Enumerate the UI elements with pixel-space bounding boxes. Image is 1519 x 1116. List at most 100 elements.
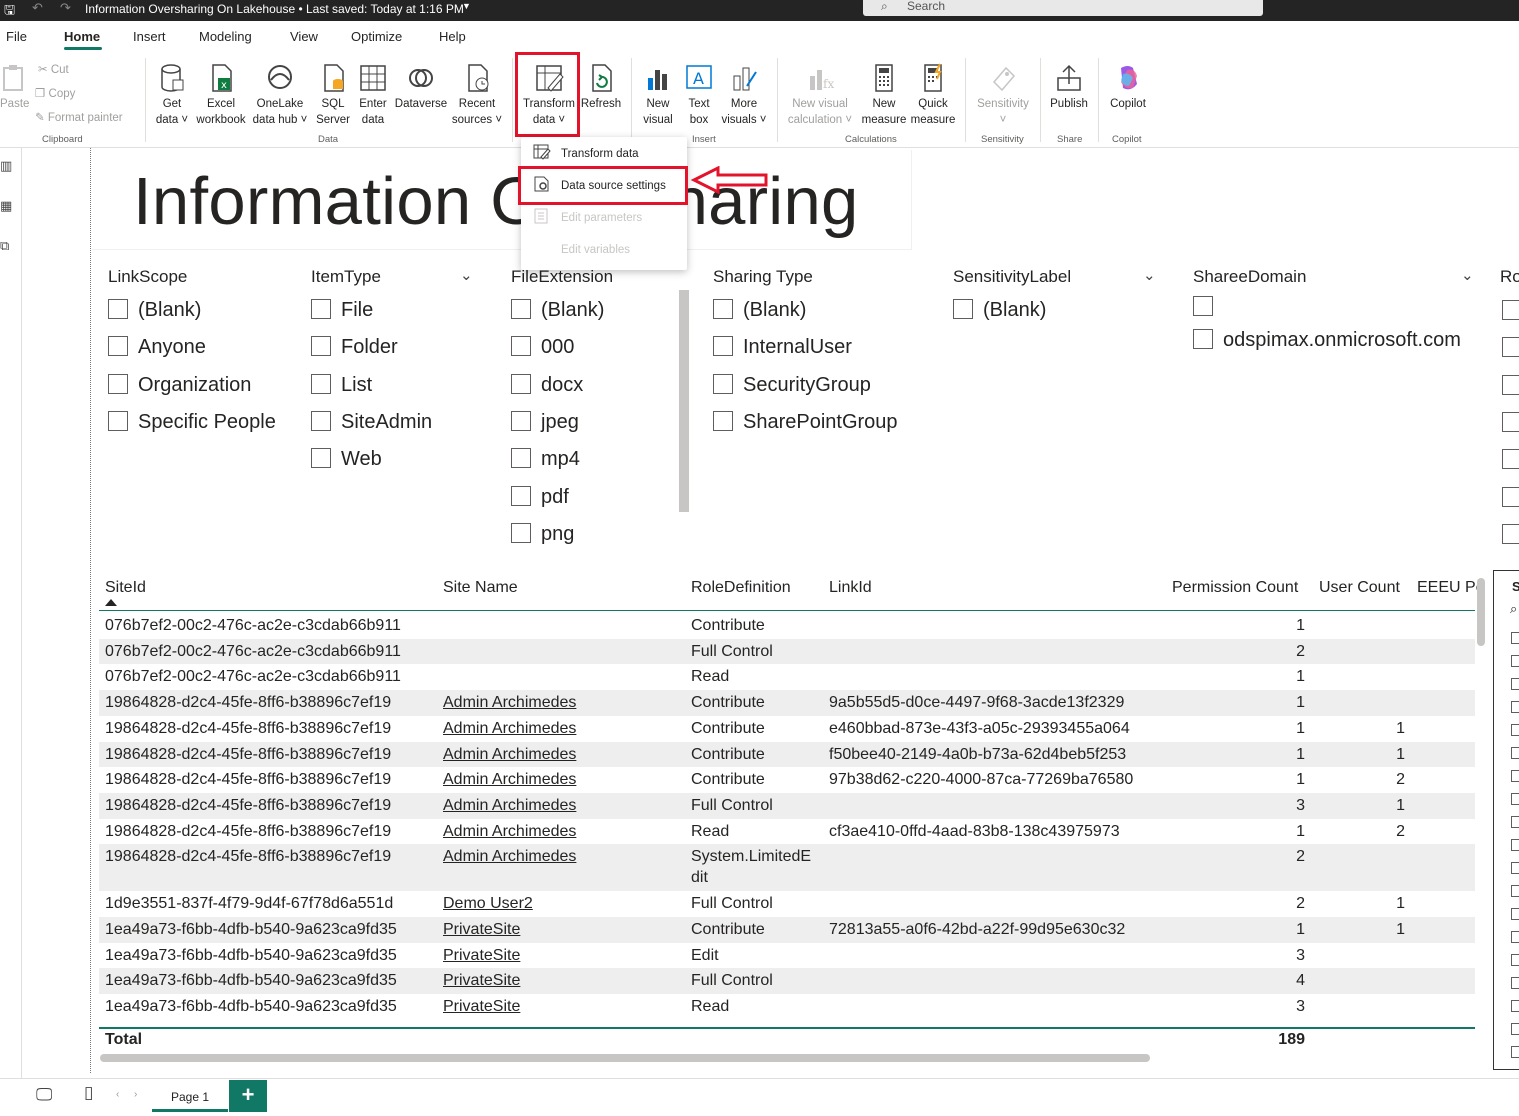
column-header[interactable]: Permission Count: [1172, 579, 1298, 597]
cell-site-name[interactable]: PrivateSite: [443, 994, 520, 1019]
table-row[interactable]: 076b7ef2-00c2-476c-ac2e-c3cdab66b911 Read…: [99, 664, 1475, 690]
checkbox[interactable]: [1511, 908, 1519, 920]
slicer-option[interactable]: docx: [511, 373, 583, 397]
excel-workbook-button[interactable]: x Excel workbook: [194, 62, 248, 128]
redo-icon[interactable]: ↷: [60, 0, 71, 16]
slicer-option[interactable]: Web: [311, 447, 382, 471]
model-view-icon[interactable]: ⧉: [0, 238, 9, 254]
menu-item-edit-variables[interactable]: Edit variables: [561, 240, 630, 260]
report-view-icon[interactable]: ▥: [0, 158, 12, 174]
table-row[interactable]: 1ea49a73-f6bb-4dfb-b540-9a623ca9fd35 Priv…: [99, 994, 1475, 1020]
paste-button[interactable]: Paste: [0, 62, 29, 112]
recent-sources-button[interactable]: Recent sources ˅: [450, 62, 504, 128]
checkbox[interactable]: [1502, 449, 1519, 470]
cell-site-name[interactable]: Admin Archimedes: [443, 819, 576, 844]
checkbox[interactable]: [1511, 632, 1519, 644]
checkbox[interactable]: [511, 485, 531, 506]
checkbox[interactable]: [1502, 337, 1519, 358]
checkbox[interactable]: [108, 299, 128, 319]
sort-ascending-icon[interactable]: [105, 599, 117, 606]
tab-view[interactable]: View: [290, 29, 318, 44]
mobile-layout-icon[interactable]: ▯: [84, 1083, 93, 1103]
text-box-button[interactable]: A Text box: [681, 62, 717, 128]
cell-site-name[interactable]: PrivateSite: [443, 943, 520, 968]
table-row[interactable]: 19864828-d2c4-45fe-8ff6-b38896c7ef19 Admi…: [99, 819, 1475, 845]
fileextension-scrollbar[interactable]: [679, 290, 689, 512]
checkbox[interactable]: [311, 448, 331, 469]
checkbox[interactable]: [1511, 678, 1519, 690]
checkbox[interactable]: [511, 373, 531, 394]
checkbox[interactable]: [1511, 931, 1519, 943]
checkbox[interactable]: [713, 299, 733, 319]
get-data-button[interactable]: Get data ˅: [152, 62, 192, 128]
prev-page-icon[interactable]: ‹: [116, 1089, 119, 1100]
column-header[interactable]: SiteId: [105, 579, 146, 597]
cell-site-name[interactable]: Admin Archimedes: [443, 844, 576, 869]
column-header[interactable]: User Count: [1319, 579, 1400, 597]
checkbox[interactable]: [1511, 1023, 1519, 1035]
cell-site-name[interactable]: Demo User2: [443, 891, 533, 916]
checkbox[interactable]: [1511, 747, 1519, 759]
checkbox[interactable]: [311, 336, 331, 357]
slicer-option[interactable]: Organization: [108, 373, 251, 397]
more-visuals-button[interactable]: More visuals ˅: [720, 62, 768, 128]
sql-server-button[interactable]: SQL Server: [314, 62, 352, 128]
column-header[interactable]: LinkId: [829, 579, 872, 597]
cell-site-name[interactable]: Admin Archimedes: [443, 793, 576, 818]
slicer-option[interactable]: SecurityGroup: [713, 373, 871, 397]
publish-button[interactable]: Publish: [1046, 62, 1092, 112]
checkbox[interactable]: [1193, 296, 1213, 316]
checkbox[interactable]: [511, 410, 531, 431]
tab-file[interactable]: File: [6, 29, 27, 44]
checkbox[interactable]: [1511, 701, 1519, 713]
cell-site-name[interactable]: Admin Archimedes: [443, 716, 576, 741]
slicer-option[interactable]: Specific People: [108, 410, 276, 434]
menu-item-transform-data[interactable]: Transform data: [533, 144, 639, 164]
undo-icon[interactable]: ↶: [32, 0, 43, 16]
menu-item-edit-parameters[interactable]: Edit parameters: [533, 208, 642, 228]
slicer-option[interactable]: pdf: [511, 485, 569, 509]
tab-modeling[interactable]: Modeling: [199, 29, 252, 44]
table-row[interactable]: 1ea49a73-f6bb-4dfb-b540-9a623ca9fd35 Priv…: [99, 943, 1475, 969]
slicer-dropdown-chevron-icon[interactable]: ⌄: [460, 266, 473, 284]
table-row[interactable]: 19864828-d2c4-45fe-8ff6-b38896c7ef19 Admi…: [99, 792, 1475, 819]
slicer-dropdown-chevron-icon[interactable]: ⌄: [1461, 266, 1474, 284]
slicer-option[interactable]: Folder: [311, 335, 398, 359]
slicer-option[interactable]: 000: [511, 335, 574, 359]
table-row[interactable]: 19864828-d2c4-45fe-8ff6-b38896c7ef19 Admi…: [99, 690, 1475, 716]
cell-site-name[interactable]: Admin Archimedes: [443, 742, 576, 767]
slicer-option[interactable]: (Blank): [953, 298, 1046, 322]
checkbox[interactable]: [1502, 411, 1519, 432]
slicer-option[interactable]: [1193, 295, 1223, 319]
new-measure-button[interactable]: New measure: [860, 62, 908, 128]
new-visual-calculation-button[interactable]: fx New visual calculation ˅: [786, 62, 854, 128]
next-page-icon[interactable]: ›: [134, 1089, 137, 1100]
checkbox[interactable]: [1502, 486, 1519, 507]
checkbox[interactable]: [311, 410, 331, 431]
enter-data-button[interactable]: Enter data: [355, 62, 391, 128]
checkbox[interactable]: [953, 299, 973, 319]
checkbox[interactable]: [1511, 793, 1519, 805]
slicer-option[interactable]: jpeg: [511, 410, 579, 434]
slicer-option[interactable]: SiteAdmin: [311, 410, 432, 434]
save-icon[interactable]: 🖫: [4, 1, 15, 23]
checkbox[interactable]: [511, 336, 531, 357]
checkbox[interactable]: [1511, 977, 1519, 989]
checkbox[interactable]: [1502, 523, 1519, 544]
slicer-option[interactable]: mp4: [511, 447, 580, 471]
checkbox[interactable]: [108, 336, 128, 357]
slicer-option[interactable]: (Blank): [713, 298, 806, 322]
table-horizontal-scrollbar[interactable]: [100, 1054, 1150, 1062]
add-page-button[interactable]: +: [229, 1080, 267, 1112]
table-row[interactable]: 1ea49a73-f6bb-4dfb-b540-9a623ca9fd35 Priv…: [99, 968, 1475, 995]
table-row[interactable]: 1ea49a73-f6bb-4dfb-b540-9a623ca9fd35 Priv…: [99, 917, 1475, 943]
title-chevron-icon[interactable]: ▼: [462, 1, 471, 11]
table-row[interactable]: 076b7ef2-00c2-476c-ac2e-c3cdab66b911 Cont…: [99, 613, 1475, 639]
column-header[interactable]: Site Name: [443, 579, 518, 597]
cell-site-name[interactable]: Admin Archimedes: [443, 767, 576, 792]
checkbox[interactable]: [1511, 724, 1519, 736]
table-row[interactable]: 19864828-d2c4-45fe-8ff6-b38896c7ef19 Admi…: [99, 741, 1475, 768]
slicer-option[interactable]: List: [311, 373, 372, 397]
checkbox[interactable]: [108, 373, 128, 394]
slicer-option[interactable]: SharePointGroup: [713, 410, 898, 434]
